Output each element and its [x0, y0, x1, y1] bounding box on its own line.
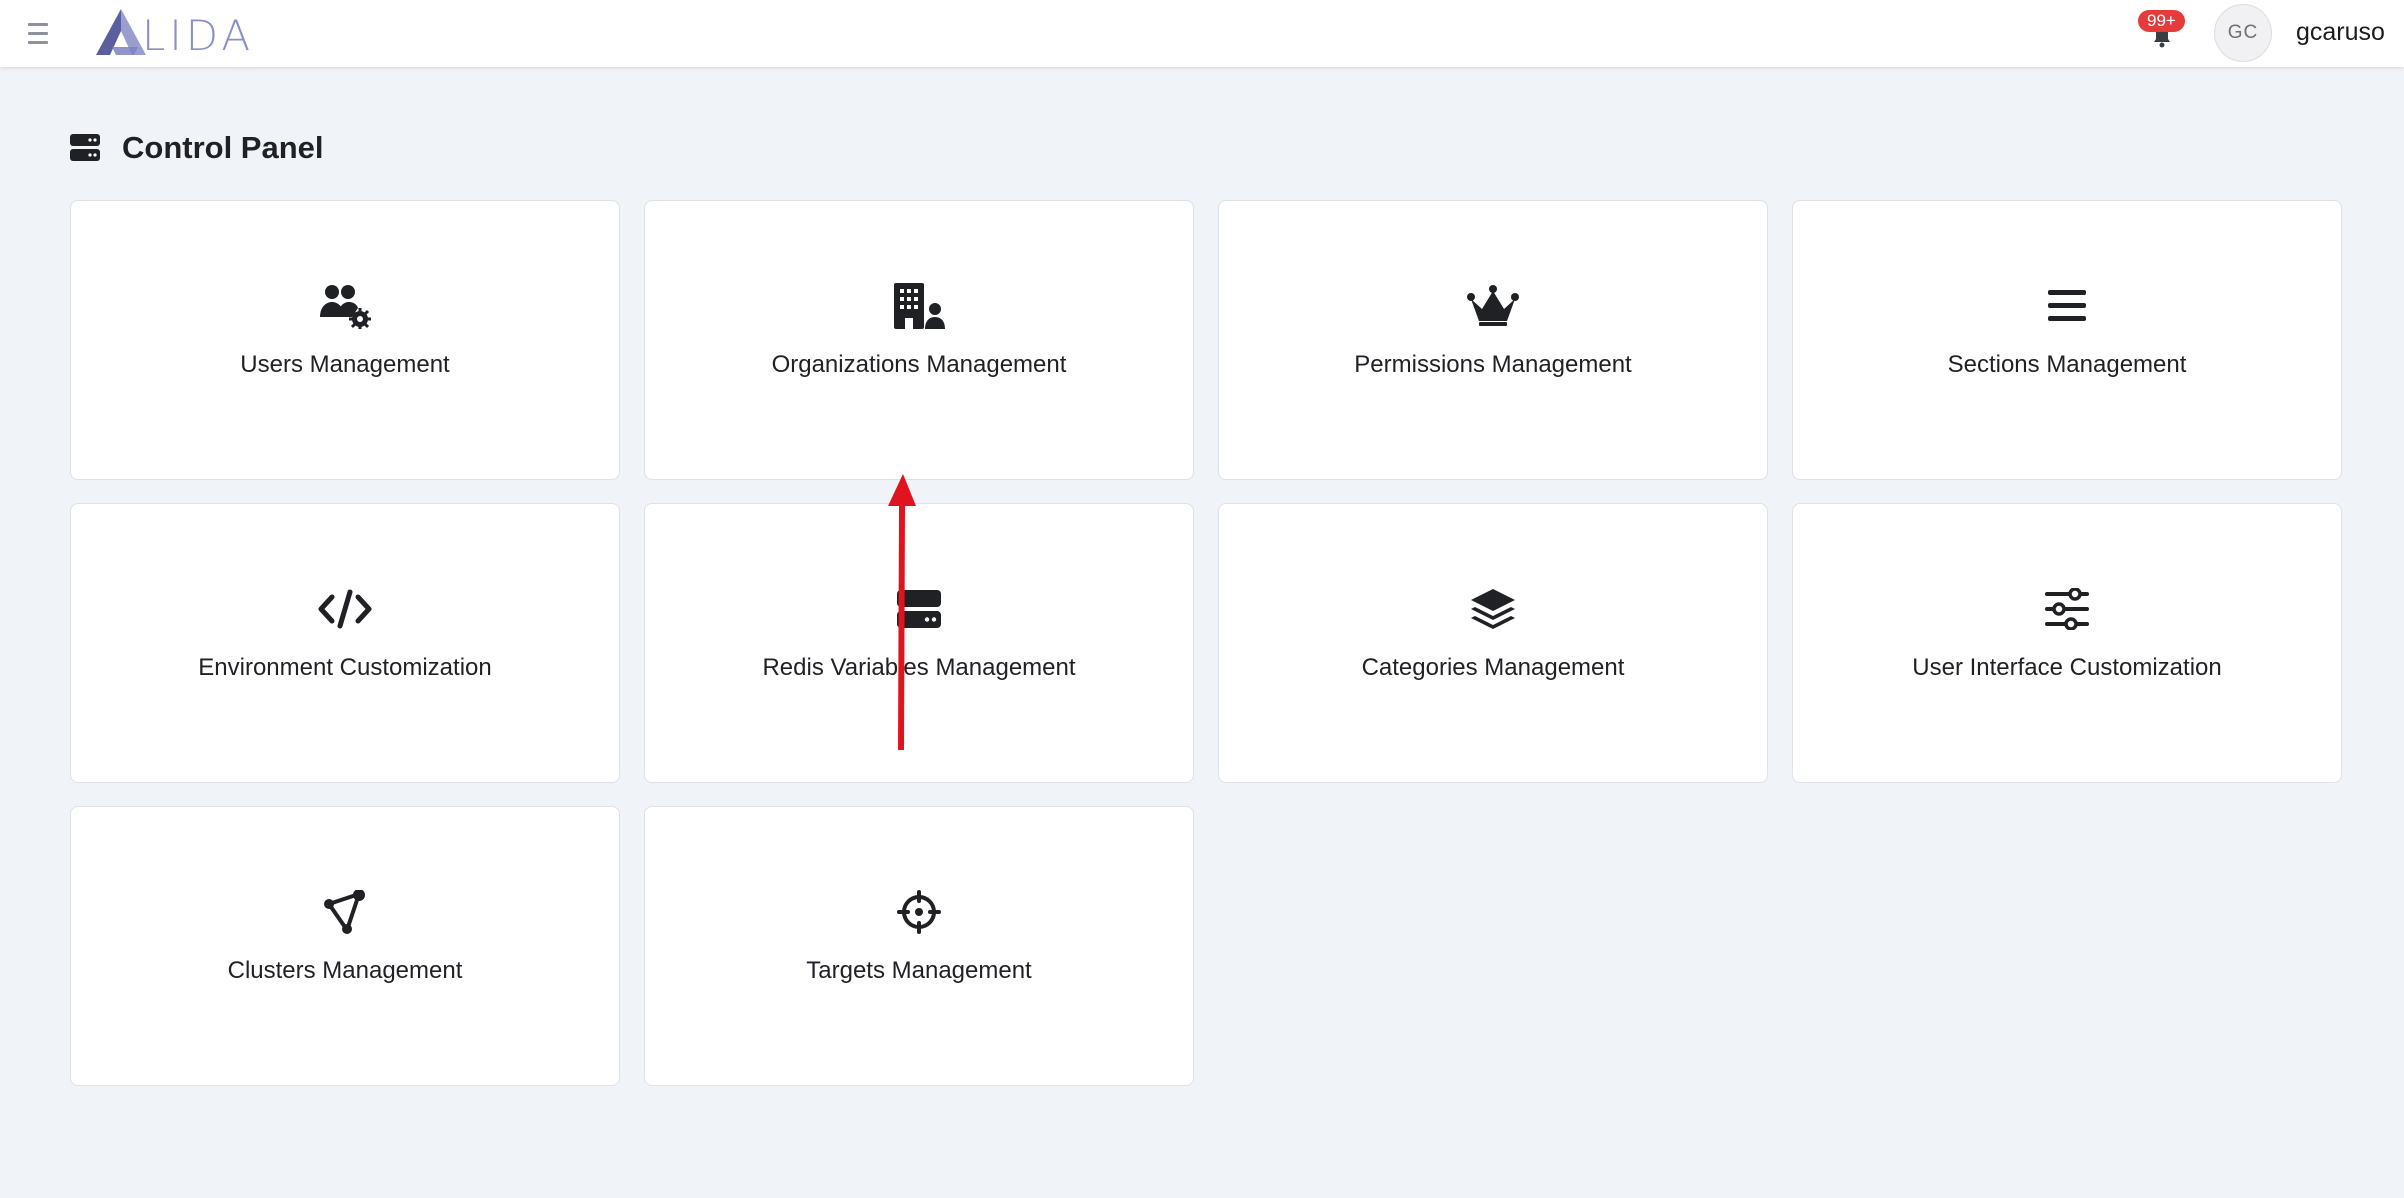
cluster-icon	[317, 887, 373, 937]
username-label[interactable]: gcaruso	[2296, 18, 2385, 47]
bars-icon	[2039, 281, 2095, 331]
card-label: Users Management	[240, 351, 450, 378]
card-label: Organizations Management	[771, 351, 1067, 378]
card-users-management[interactable]: Users Management	[70, 200, 620, 480]
page-title: Control Panel	[122, 130, 324, 165]
card-redis-variables-management[interactable]: Redis Variables Management	[644, 503, 1194, 783]
menu-toggle-button[interactable]	[22, 18, 56, 48]
card-organizations-management[interactable]: Organizations Management	[644, 200, 1194, 480]
hamburger-line	[28, 22, 48, 26]
card-label: Redis Variables Management	[762, 654, 1076, 681]
card-label: Categories Management	[1361, 654, 1625, 681]
app-logo[interactable]: LIDA	[94, 4, 254, 60]
server-icon	[891, 584, 947, 634]
notification-count-badge: 99+	[2138, 10, 2185, 32]
card-label: Targets Management	[806, 957, 1032, 984]
users-cog-icon	[317, 281, 373, 331]
card-label: Environment Customization	[198, 654, 492, 681]
card-user-interface-customization[interactable]: User Interface Customization	[1792, 503, 2342, 783]
card-sections-management[interactable]: Sections Management	[1792, 200, 2342, 480]
page-header: Control Panel	[70, 128, 324, 168]
layer-group-icon	[1465, 584, 1521, 634]
server-icon	[70, 134, 100, 161]
avatar[interactable]: GC	[2214, 4, 2272, 62]
logo-mark-icon	[96, 9, 146, 55]
hamburger-line	[28, 40, 48, 44]
logo-text: LIDA	[142, 10, 255, 60]
hamburger-line	[28, 31, 48, 35]
card-permissions-management[interactable]: Permissions Management	[1218, 200, 1768, 480]
card-categories-management[interactable]: Categories Management	[1218, 503, 1768, 783]
building-user-icon	[891, 281, 947, 331]
card-clusters-management[interactable]: Clusters Management	[70, 806, 620, 1086]
card-label: Clusters Management	[227, 957, 463, 984]
crosshairs-icon	[891, 887, 947, 937]
card-label: Sections Management	[1947, 351, 2187, 378]
crown-icon	[1465, 281, 1521, 331]
card-environment-customization[interactable]: Environment Customization	[70, 503, 620, 783]
sliders-icon	[2039, 584, 2095, 634]
top-bar: LIDA 99+ GC gcaruso	[0, 0, 2404, 67]
card-targets-management[interactable]: Targets Management	[644, 806, 1194, 1086]
card-label: User Interface Customization	[1912, 654, 2222, 681]
card-label: Permissions Management	[1354, 351, 1632, 378]
code-icon	[317, 584, 373, 634]
control-panel-grid: Users Management Organizations Managemen…	[70, 200, 2342, 1086]
